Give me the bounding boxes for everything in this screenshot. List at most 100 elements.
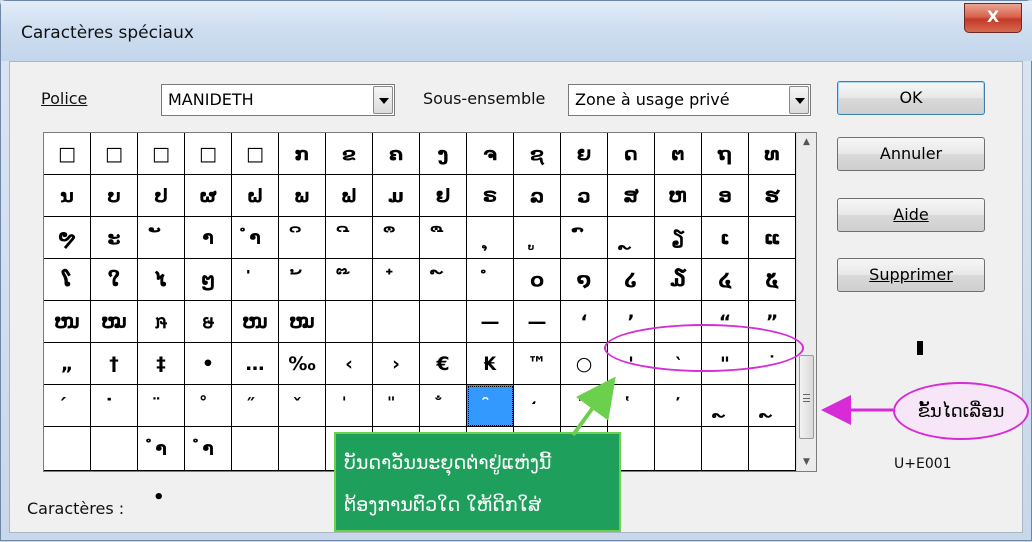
character-cell[interactable]: ໋ (373, 259, 420, 301)
character-cell[interactable]: ທ (749, 133, 796, 175)
character-cell[interactable]: □ (185, 133, 232, 175)
character-cell[interactable]: າ (185, 217, 232, 259)
character-cell[interactable]: ̇ (91, 385, 138, 427)
character-cell[interactable]: ຼ (749, 385, 796, 427)
character-cell[interactable]: ຼ (702, 385, 749, 427)
scroll-down-icon[interactable]: ▼ (797, 453, 816, 471)
character-cell[interactable]: ̕ (655, 385, 702, 427)
character-cell[interactable]: ຼ (608, 217, 655, 259)
character-cell[interactable] (702, 427, 749, 471)
character-cell[interactable]: ິ (279, 217, 326, 259)
character-cell[interactable]: ຣ (467, 175, 514, 217)
help-button[interactable]: Aide (837, 198, 985, 232)
character-cell[interactable]: ມ (373, 175, 420, 217)
character-cell[interactable]: ‘ (561, 301, 608, 343)
character-cell[interactable]: ລ (514, 175, 561, 217)
character-cell[interactable]: ຂ (326, 133, 373, 175)
close-button[interactable]: X (964, 3, 1022, 33)
character-cell[interactable]: ໓ (655, 259, 702, 301)
character-cell[interactable] (44, 427, 91, 471)
character-cell[interactable]: ກ (279, 133, 326, 175)
character-cell[interactable]: ຸ (467, 217, 514, 259)
character-cell[interactable]: ̋ (232, 385, 279, 427)
character-cell[interactable] (91, 427, 138, 471)
character-cell[interactable]: □ (44, 133, 91, 175)
character-cell[interactable] (232, 427, 279, 471)
character-cell[interactable]: ໂ (44, 259, 91, 301)
character-cell[interactable]: € (420, 343, 467, 385)
character-cell[interactable]: ຜ (185, 175, 232, 217)
character-cell[interactable]: ໄ (138, 259, 185, 301)
character-cell[interactable]: ́ (44, 385, 91, 427)
character-cell[interactable]: ໑ (561, 259, 608, 301)
character-cell[interactable]: ບ (91, 175, 138, 217)
character-cell[interactable]: ຽ (655, 217, 702, 259)
character-cell[interactable]: ຶ (373, 217, 420, 259)
character-cell[interactable]: ູ (514, 217, 561, 259)
character-cell[interactable]: ໝ (91, 301, 138, 343)
character-cell[interactable]: ̒ (514, 385, 561, 427)
character-cell[interactable]: ໞ (138, 301, 185, 343)
character-cell[interactable]: — (467, 301, 514, 343)
character-cell[interactable]: ‡ (138, 343, 185, 385)
ok-button[interactable]: OK (837, 81, 985, 115)
character-cell[interactable]: ₭ (467, 343, 514, 385)
character-cell[interactable]: ໟ (185, 301, 232, 343)
character-cell[interactable]: ຕ (655, 133, 702, 175)
character-cell[interactable]: ອ (702, 175, 749, 217)
character-cell[interactable]: ໜ (232, 301, 279, 343)
character-cell[interactable]: ້ (279, 259, 326, 301)
character-cell[interactable]: ຊ (514, 133, 561, 175)
character-cell[interactable]: ີ (326, 217, 373, 259)
character-cell[interactable]: ຍ (561, 133, 608, 175)
character-cell[interactable]: ພ (279, 175, 326, 217)
character-cell[interactable]: ຟ (326, 175, 373, 217)
character-cell[interactable]: □ (232, 133, 279, 175)
character-cell[interactable]: › (373, 343, 420, 385)
character-cell[interactable]: ໍ (467, 259, 514, 301)
subset-select[interactable]: Zone à usage privé (568, 84, 811, 116)
character-cell[interactable]: ຫ (655, 175, 702, 217)
character-cell[interactable]: ໍາ (185, 427, 232, 471)
character-cell[interactable]: • (185, 343, 232, 385)
character-cell[interactable]: … (232, 343, 279, 385)
vertical-scrollbar[interactable]: ▲ ▼ (796, 133, 816, 471)
character-cell[interactable] (326, 301, 373, 343)
delete-button[interactable]: Supprimer (837, 258, 985, 292)
character-cell[interactable]: ຳ (232, 217, 279, 259)
chevron-down-icon[interactable] (789, 86, 809, 114)
character-cell[interactable]: ົ (561, 217, 608, 259)
character-cell[interactable]: ̎ (373, 385, 420, 427)
character-cell[interactable]: ດ (608, 133, 655, 175)
character-cell[interactable]: ຢ (420, 175, 467, 217)
character-cell[interactable]: ̐ (420, 385, 467, 427)
character-cell[interactable] (373, 301, 420, 343)
character-cell[interactable]: ຮ (749, 175, 796, 217)
character-cell[interactable]: ໝ (279, 301, 326, 343)
character-cell[interactable]: ່ (232, 259, 279, 301)
character-cell[interactable] (749, 427, 796, 471)
character-cell[interactable]: ̑ (467, 385, 514, 427)
character-cell[interactable]: ໌ (420, 259, 467, 301)
cancel-button[interactable]: Annuler (837, 137, 985, 171)
character-cell[interactable]: ໕ (749, 259, 796, 301)
scrollbar-thumb[interactable] (799, 355, 814, 439)
character-cell[interactable]: ໔ (702, 259, 749, 301)
character-cell[interactable]: ໃ (91, 259, 138, 301)
character-cell[interactable]: ‹ (326, 343, 373, 385)
character-cell[interactable]: ໍາ (138, 427, 185, 471)
character-cell[interactable]: — (514, 301, 561, 343)
character-cell[interactable]: ̌ (279, 385, 326, 427)
character-cell[interactable]: □ (91, 133, 138, 175)
character-cell[interactable]: ງ (420, 133, 467, 175)
character-cell[interactable]: ໜ (44, 301, 91, 343)
character-cell[interactable]: ສ (608, 175, 655, 217)
character-cell[interactable]: ̍ (326, 385, 373, 427)
character-cell[interactable] (420, 301, 467, 343)
character-cell[interactable]: ‰ (279, 343, 326, 385)
character-cell[interactable]: ັ (138, 217, 185, 259)
character-cell[interactable]: ○ (561, 343, 608, 385)
character-cell[interactable] (655, 427, 702, 471)
character-cell[interactable]: ̔ (608, 385, 655, 427)
character-cell[interactable]: ແ (749, 217, 796, 259)
